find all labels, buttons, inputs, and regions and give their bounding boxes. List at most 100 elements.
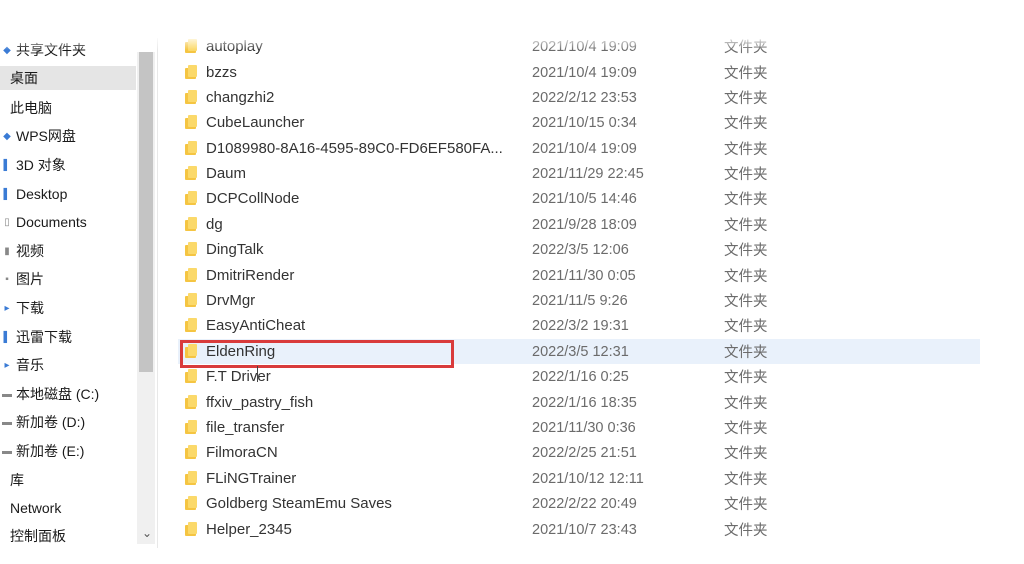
folder-icon bbox=[185, 471, 198, 486]
thunder-download-icon: ▌ bbox=[3, 331, 11, 343]
nav-item-label: 本地磁盘 (C:) bbox=[16, 386, 100, 402]
file-type: 文件夹 bbox=[724, 396, 768, 412]
file-date: 2022/2/25 21:51 bbox=[532, 444, 637, 461]
nav-item-music[interactable]: ▸ 音乐 bbox=[0, 353, 136, 377]
drive-icon: ▬ bbox=[2, 445, 12, 457]
text-cursor-icon bbox=[257, 366, 258, 382]
nav-item-label: 桌面 bbox=[10, 70, 38, 86]
file-row[interactable]: DrvMgr 2021/11/5 9:26 文件夹 bbox=[178, 288, 980, 313]
nav-item-shared-folder[interactable]: ◆ 共享文件夹 bbox=[0, 38, 136, 62]
file-date: 2022/3/2 19:31 bbox=[532, 317, 629, 334]
file-row[interactable]: dg 2021/9/28 18:09 文件夹 bbox=[178, 212, 980, 237]
nav-item-drive-c[interactable]: ▬ 本地磁盘 (C:) bbox=[0, 382, 136, 406]
share-folder-icon: ◆ bbox=[3, 44, 11, 56]
nav-item-network[interactable]: Network bbox=[0, 496, 136, 520]
file-row[interactable]: CubeLauncher 2021/10/15 0:34 文件夹 bbox=[178, 110, 980, 135]
folder-icon bbox=[185, 39, 198, 54]
file-date: 2021/10/15 0:34 bbox=[532, 114, 637, 131]
nav-item-downloads[interactable]: ▸ 下载 bbox=[0, 296, 136, 320]
file-row[interactable]: file_transfer 2021/11/30 0:36 文件夹 bbox=[178, 415, 980, 440]
file-row[interactable]: Goldberg SteamEmu Saves 2022/2/22 20:49 文件… bbox=[178, 491, 980, 516]
folder-icon bbox=[185, 369, 198, 384]
pane-divider bbox=[157, 38, 158, 548]
file-row[interactable]: D1089980-8A16-4595-89C0-FD6EF580FA... 202… bbox=[178, 136, 980, 161]
nav-item-this-pc[interactable]: 此电脑 bbox=[0, 96, 136, 120]
file-type: 文件夹 bbox=[724, 116, 768, 132]
cube-icon: ▌ bbox=[3, 159, 11, 171]
file-date: 2021/11/29 22:45 bbox=[532, 165, 644, 182]
folder-icon bbox=[185, 445, 198, 460]
file-row[interactable]: DCPCollNode 2021/10/5 14:46 文件夹 bbox=[178, 186, 980, 211]
nav-item-libraries[interactable]: 库 bbox=[0, 468, 136, 492]
folder-icon bbox=[185, 242, 198, 257]
nav-item-control-panel[interactable]: 控制面板 bbox=[0, 524, 136, 548]
file-name: CubeLauncher bbox=[206, 114, 305, 131]
sidebar-scrollbar[interactable] bbox=[137, 52, 155, 544]
file-row[interactable]: EasyAntiCheat 2022/3/2 19:31 文件夹 bbox=[178, 313, 980, 338]
file-name: EasyAntiCheat bbox=[206, 317, 306, 334]
nav-item-videos[interactable]: ▮ 视频 bbox=[0, 239, 136, 263]
file-date: 2021/10/4 19:09 bbox=[532, 140, 637, 157]
nav-item-desktop-cn[interactable]: 桌面 bbox=[0, 66, 136, 90]
file-type: 文件夹 bbox=[724, 243, 768, 259]
file-row[interactable]: DmitriRender 2021/11/30 0:05 文件夹 bbox=[178, 263, 980, 288]
selection-highlight-box bbox=[180, 340, 454, 368]
file-row[interactable]: changzhi2 2022/2/12 23:53 文件夹 bbox=[178, 85, 980, 110]
file-name: autoplay bbox=[206, 38, 263, 55]
folder-icon bbox=[185, 268, 198, 283]
file-date: 2021/11/30 0:05 bbox=[532, 267, 636, 284]
file-date: 2021/10/4 19:09 bbox=[532, 64, 637, 81]
drive-icon: ▬ bbox=[2, 416, 12, 428]
file-date: 2021/11/30 0:36 bbox=[532, 419, 636, 436]
file-row[interactable]: autoplay 2021/10/4 19:09 文件夹 bbox=[178, 34, 980, 59]
file-name: Daum bbox=[206, 165, 247, 182]
navigation-pane: ◆ 共享文件夹 桌面 此电脑 ◆ WPS网盘 ▌ 3D 对象 ▌ Desktop ▯ Do… bbox=[0, 38, 160, 548]
nav-item-drive-e[interactable]: ▬ 新加卷 (E:) bbox=[0, 439, 136, 463]
file-row[interactable]: bzzs 2021/10/4 19:09 文件夹 bbox=[178, 60, 980, 85]
nav-item-label: 此电脑 bbox=[10, 100, 52, 116]
nav-item-wps-cloud[interactable]: ◆ WPS网盘 bbox=[0, 124, 136, 148]
file-type: 文件夹 bbox=[724, 421, 768, 437]
file-type: 文件夹 bbox=[724, 472, 768, 488]
file-row[interactable]: FilmoraCN 2022/2/25 21:51 文件夹 bbox=[178, 440, 980, 465]
nav-item-label: Desktop bbox=[16, 186, 68, 202]
file-type: 文件夹 bbox=[724, 66, 768, 82]
file-type: 文件夹 bbox=[724, 319, 768, 335]
file-name: ffxiv_pastry_fish bbox=[206, 394, 314, 411]
music-icon: ▸ bbox=[4, 359, 10, 371]
folder-icon bbox=[185, 318, 198, 333]
file-date: 2021/9/28 18:09 bbox=[532, 216, 637, 233]
file-row[interactable]: ffxiv_pastry_fish 2022/1/16 18:35 文件夹 bbox=[178, 390, 980, 415]
nav-item-documents[interactable]: ▯ Documents bbox=[0, 210, 136, 234]
file-row[interactable]: Daum 2021/11/29 22:45 文件夹 bbox=[178, 161, 980, 186]
nav-item-pictures[interactable]: ▪ 图片 bbox=[0, 267, 136, 291]
nav-item-label: 迅雷下载 bbox=[16, 329, 72, 345]
file-type: 文件夹 bbox=[724, 167, 768, 183]
folder-icon bbox=[185, 65, 198, 80]
chevron-down-icon[interactable]: ⌄ bbox=[140, 526, 154, 540]
file-row[interactable]: DingTalk 2022/3/5 12:06 文件夹 bbox=[178, 237, 980, 262]
folder-icon bbox=[185, 217, 198, 232]
file-type: 文件夹 bbox=[724, 446, 768, 462]
nav-item-label: WPS网盘 bbox=[16, 128, 76, 144]
file-type: 文件夹 bbox=[724, 192, 768, 208]
file-date: 2021/11/5 9:26 bbox=[532, 292, 628, 309]
nav-item-thunder-downloads[interactable]: ▌ 迅雷下载 bbox=[0, 325, 136, 349]
nav-item-label: 3D 对象 bbox=[16, 157, 66, 173]
folder-icon bbox=[185, 115, 198, 130]
file-date: 2022/2/22 20:49 bbox=[532, 495, 637, 512]
file-name: dg bbox=[206, 216, 223, 233]
file-type: 文件夹 bbox=[724, 345, 768, 361]
nav-item-drive-d[interactable]: ▬ 新加卷 (D:) bbox=[0, 410, 136, 434]
scrollbar-thumb[interactable] bbox=[139, 52, 153, 372]
folder-icon bbox=[185, 90, 198, 105]
file-row[interactable]: FLiNGTrainer 2021/10/12 12:11 文件夹 bbox=[178, 466, 980, 491]
file-type: 文件夹 bbox=[724, 269, 768, 285]
nav-item-desktop[interactable]: ▌ Desktop bbox=[0, 182, 136, 206]
file-name: changzhi2 bbox=[206, 89, 275, 106]
nav-item-3d-objects[interactable]: ▌ 3D 对象 bbox=[0, 153, 136, 177]
file-name: DingTalk bbox=[206, 241, 264, 258]
file-row[interactable]: Helper_2345 2021/10/7 23:43 文件夹 bbox=[178, 517, 980, 542]
video-icon: ▮ bbox=[4, 245, 10, 257]
file-type: 文件夹 bbox=[724, 91, 768, 107]
